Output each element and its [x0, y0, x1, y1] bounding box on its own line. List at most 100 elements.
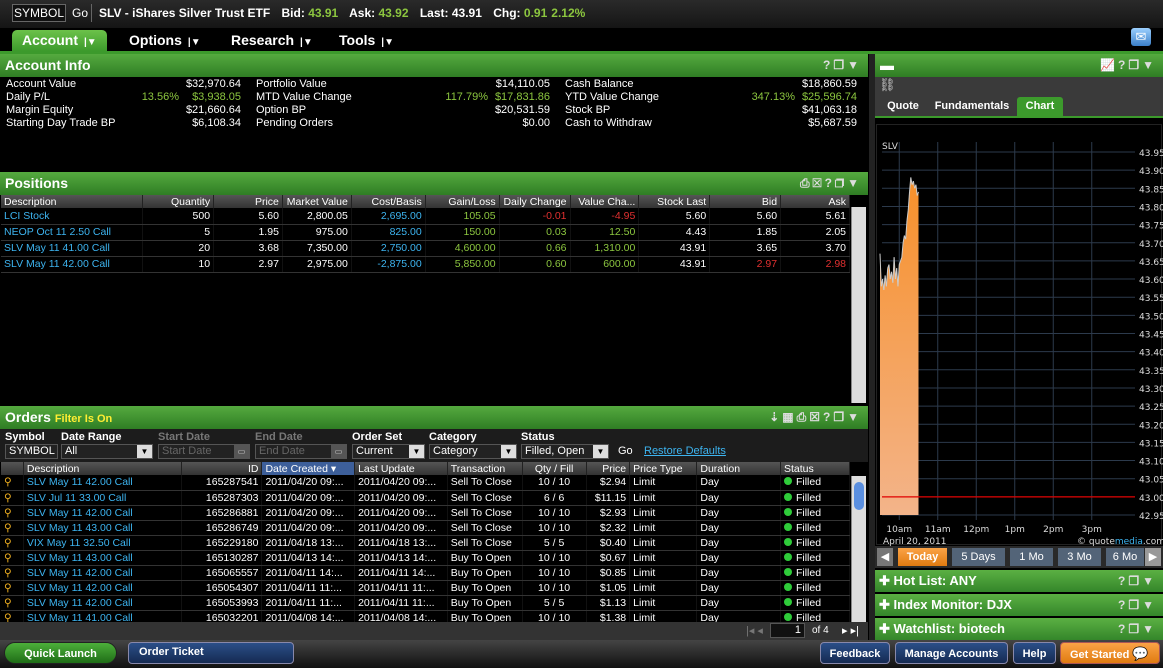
- column-header[interactable]: Value Cha...: [570, 195, 640, 208]
- first-page-button[interactable]: |◂ ◂: [746, 624, 763, 637]
- chevron-down-icon[interactable]: |▼: [84, 37, 97, 48]
- table-row[interactable]: ⚲ SLV May 11 42.00 Call 165053993 2011/04/1…: [1, 595, 851, 611]
- chevron-down-icon[interactable]: |▼: [188, 37, 201, 48]
- tab-fundamentals[interactable]: Fundamentals: [932, 97, 1012, 116]
- column-header[interactable]: Description: [23, 462, 182, 475]
- range-today[interactable]: Today: [898, 548, 947, 566]
- calendar-icon[interactable]: ▭: [234, 445, 249, 458]
- get-started-button[interactable]: Get Started 💬: [1060, 642, 1160, 664]
- print-icon[interactable]: ⎙: [800, 176, 813, 190]
- column-header[interactable]: Last Update: [354, 462, 448, 475]
- column-header[interactable]: Qty / Fill: [522, 462, 587, 475]
- widget-hot-list[interactable]: ✚ Hot List: ANY ?❐▼: [875, 570, 1163, 592]
- link-icon[interactable]: ⛓: [875, 77, 1163, 97]
- help-icon[interactable]: ?: [1118, 598, 1128, 612]
- symbol-input[interactable]: SYMBOL: [12, 4, 66, 22]
- column-header[interactable]: Date Created ▾: [261, 462, 356, 475]
- table-cell[interactable]: SLV May 11 42.00 Call: [1, 256, 144, 273]
- range-1-mo[interactable]: 1 Mo: [1010, 548, 1053, 566]
- tab-account[interactable]: Account |▼: [12, 30, 107, 51]
- panel-tools[interactable]: 📈?❐▼: [1100, 54, 1157, 77]
- table-cell[interactable]: SLV May 11 42.00 Call: [23, 595, 182, 611]
- table-row[interactable]: NEOP Oct 11 2.50 Call 5 1.95 975.00 825.00 15…: [1, 224, 850, 241]
- column-header[interactable]: Description: [1, 195, 144, 208]
- chevron-down-icon[interactable]: ▼: [1142, 574, 1157, 588]
- minimize-icon[interactable]: ▬: [880, 57, 894, 73]
- range-6-mo[interactable]: 6 Mo: [1106, 548, 1144, 566]
- panel-tools[interactable]: ?❐▼: [823, 54, 862, 77]
- page-input[interactable]: 1: [770, 623, 805, 638]
- tab-research[interactable]: Research |▼: [221, 30, 313, 51]
- help-icon[interactable]: ?: [1118, 622, 1128, 636]
- magnifier-icon[interactable]: ⚲: [1, 565, 24, 581]
- help-icon[interactable]: ?: [1118, 574, 1128, 588]
- magnifier-icon[interactable]: ⚲: [1, 490, 24, 506]
- range-3-mo[interactable]: 3 Mo: [1058, 548, 1101, 566]
- magnifier-icon[interactable]: ⚲: [1, 520, 24, 536]
- table-cell[interactable]: SLV Jul 11 33.00 Call: [23, 490, 182, 506]
- column-header[interactable]: Status: [780, 462, 851, 475]
- filter-go-button[interactable]: Go: [618, 445, 633, 457]
- table-cell[interactable]: SLV May 11 41.00 Call: [1, 240, 144, 257]
- magnifier-icon[interactable]: ⚲: [1, 505, 24, 521]
- table-row[interactable]: ⚲ SLV May 11 42.00 Call 165286881 2011/04/2…: [1, 505, 851, 521]
- column-header[interactable]: Price: [586, 462, 631, 475]
- scroll-thumb[interactable]: [854, 482, 864, 510]
- chevron-down-icon[interactable]: ▼: [137, 445, 152, 458]
- help-icon[interactable]: ?: [823, 58, 833, 72]
- category-select[interactable]: Category ▼: [429, 444, 517, 459]
- chevron-down-icon[interactable]: ▼: [847, 58, 862, 72]
- popout-icon[interactable]: ❐: [833, 58, 847, 72]
- table-cell[interactable]: SLV May 11 42.00 Call: [23, 505, 182, 521]
- quick-launch-button[interactable]: Quick Launch: [4, 642, 117, 664]
- export-icon[interactable]: ☒: [813, 176, 825, 190]
- widget-index-monitor[interactable]: ✚ Index Monitor: DJX ?❐▼: [875, 594, 1163, 616]
- column-header[interactable]: Duration: [696, 462, 781, 475]
- table-row[interactable]: ⚲ SLV May 11 43.00 Call 165286749 2011/04/2…: [1, 520, 851, 536]
- popout-icon[interactable]: ❐: [1128, 598, 1142, 612]
- chevron-down-icon[interactable]: ▼: [847, 410, 862, 424]
- panel-tools[interactable]: ⎙☒?❐▼: [800, 172, 862, 195]
- expand-icon[interactable]: ✚: [879, 573, 890, 588]
- order-set-select[interactable]: Current ▼: [352, 444, 425, 459]
- go-button[interactable]: Go: [72, 6, 88, 20]
- popout-icon[interactable]: ❐: [1128, 58, 1142, 72]
- help-button[interactable]: Help: [1013, 642, 1056, 664]
- table-row[interactable]: ⚲ SLV May 11 42.00 Call 165287541 2011/04/2…: [1, 475, 851, 491]
- range-prev-button[interactable]: ◀: [877, 548, 893, 566]
- table-cell[interactable]: VIX May 11 32.50 Call: [23, 535, 182, 551]
- column-header[interactable]: Bid: [709, 195, 782, 208]
- chevron-down-icon[interactable]: |▼: [381, 37, 394, 48]
- help-icon[interactable]: ?: [1118, 58, 1128, 72]
- column-header[interactable]: Gain/Loss: [425, 195, 500, 208]
- table-row[interactable]: ⚲ SLV May 11 42.00 Call 165054307 2011/04/1…: [1, 580, 851, 596]
- column-header[interactable]: Price: [213, 195, 283, 208]
- table-row[interactable]: ⚲ VIX May 11 32.50 Call 165229180 2011/04/1…: [1, 535, 851, 551]
- chevron-down-icon[interactable]: ▼: [847, 176, 862, 190]
- column-header[interactable]: Transaction: [447, 462, 523, 475]
- status-select[interactable]: Filled, Open ▼: [521, 444, 609, 459]
- column-header[interactable]: Market Value: [282, 195, 352, 208]
- table-cell[interactable]: NEOP Oct 11 2.50 Call: [1, 224, 144, 241]
- table-row[interactable]: SLV May 11 42.00 Call 10 2.97 2,975.00 -2,87…: [1, 256, 850, 273]
- column-header[interactable]: Quantity: [142, 195, 215, 208]
- magnifier-icon[interactable]: ⚲: [1, 550, 24, 566]
- tab-quote[interactable]: Quote: [880, 97, 926, 116]
- next-page-button[interactable]: ▸ ▸|: [842, 624, 859, 637]
- column-header[interactable]: ID: [181, 462, 263, 475]
- range-5-days[interactable]: 5 Days: [952, 548, 1005, 566]
- table-row[interactable]: ⚲ SLV May 11 42.00 Call 165065557 2011/04/1…: [1, 565, 851, 581]
- chevron-down-icon[interactable]: ▼: [1142, 622, 1157, 636]
- sort-icon[interactable]: ⇣: [769, 410, 782, 424]
- table-cell[interactable]: LCI Stock: [1, 208, 144, 225]
- column-header[interactable]: Ask: [780, 195, 850, 208]
- table-cell[interactable]: SLV May 11 42.00 Call: [23, 475, 182, 491]
- popout-icon[interactable]: ❐: [833, 410, 847, 424]
- column-header[interactable]: Cost/Basis: [351, 195, 426, 208]
- magnifier-icon[interactable]: ⚲: [1, 475, 24, 491]
- range-next-button[interactable]: ▶: [1145, 548, 1161, 566]
- popout-icon[interactable]: ❐: [835, 176, 847, 190]
- symbol-filter-input[interactable]: SYMBOL: [5, 444, 58, 459]
- chevron-down-icon[interactable]: ▼: [593, 445, 608, 458]
- help-icon[interactable]: ?: [825, 176, 835, 190]
